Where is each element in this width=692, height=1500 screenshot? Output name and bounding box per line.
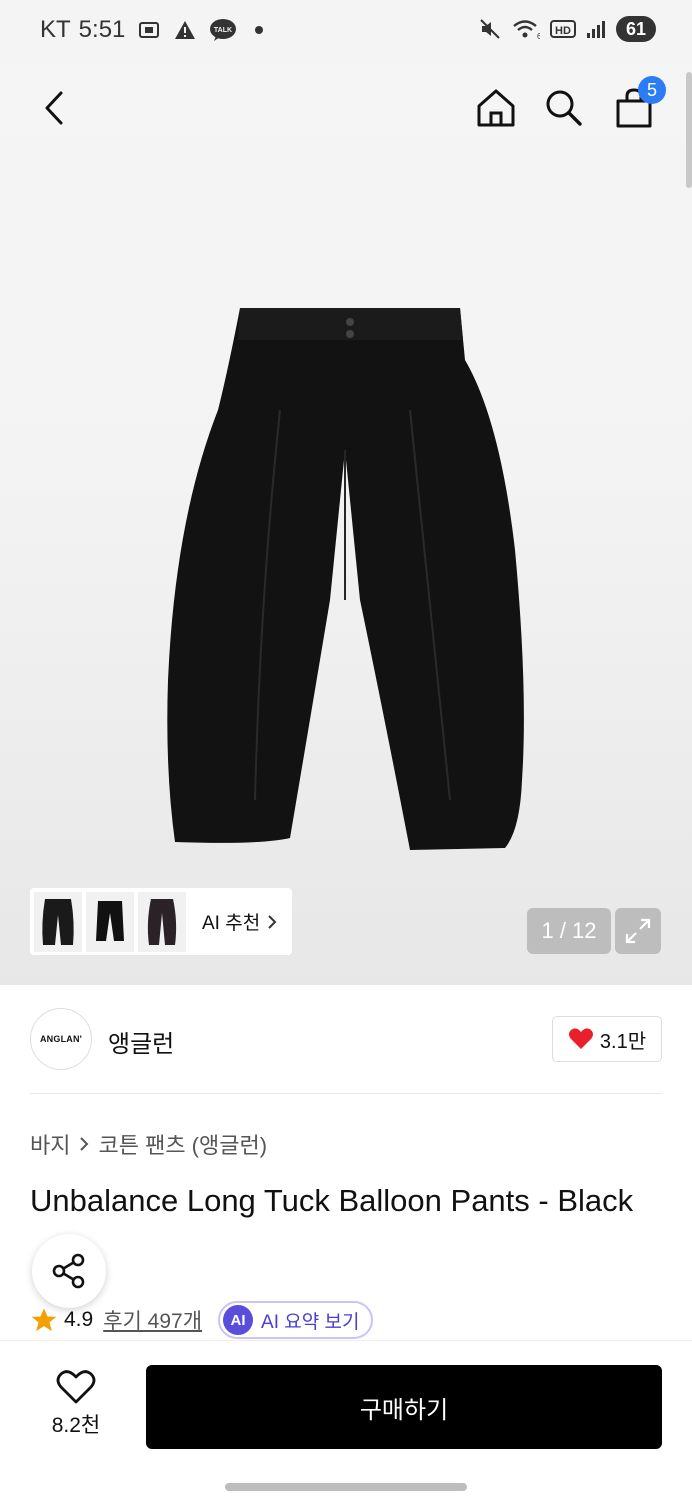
share-icon [52, 1253, 85, 1289]
cart-button[interactable]: 5 [608, 76, 666, 134]
product-title: Unbalance Long Tuck Balloon Pants - Blac… [30, 1183, 634, 1218]
bottom-action-bar: 8.2천 구매하기 [0, 1340, 692, 1500]
signal-icon [586, 19, 606, 39]
rating-row: 4.9 후기 497개 AI AI 요약 보기 [30, 1301, 382, 1339]
ai-summary-label: AI 요약 보기 [261, 1311, 360, 1333]
pants-thumbnail-icon [147, 898, 177, 945]
rating-value: 4.9 [64, 1308, 94, 1331]
hd-voice-icon: HD [550, 19, 576, 39]
buy-button[interactable]: 구매하기 [146, 1365, 662, 1449]
heart-filled-icon [568, 1028, 593, 1049]
carrier: KT [40, 16, 71, 43]
brand-row[interactable]: ANGLAN' 앵글런 3.1만 [30, 1008, 662, 1070]
breadcrumb: 바지 코튼 팬츠 (앵글런) [30, 1128, 267, 1160]
warning-icon [173, 18, 197, 42]
chevron-right-icon [268, 914, 277, 929]
breadcrumb-category[interactable]: 바지 [30, 1128, 70, 1160]
search-icon [546, 90, 582, 126]
status-bar: KT 5:51 TALK 6 HD 61 [0, 0, 692, 64]
star-icon [31, 1308, 57, 1332]
brand-name[interactable]: 앵글런 [108, 1024, 174, 1059]
screen-capture-icon [137, 18, 161, 42]
brand-like-button[interactable]: 3.1만 [552, 1016, 662, 1062]
divider [30, 1093, 662, 1094]
ai-recommend-label: AI 추천 [202, 913, 261, 934]
product-image [167, 308, 524, 850]
pants-thumbnail-icon [96, 900, 124, 941]
thumbnail[interactable] [138, 891, 186, 952]
chevron-left-icon [45, 91, 63, 125]
svg-text:6: 6 [537, 32, 540, 41]
ai-badge-icon: AI [223, 1305, 254, 1335]
search-button[interactable] [538, 82, 590, 134]
breadcrumb-subcategory[interactable]: 코튼 팬츠 (앵글런) [98, 1128, 267, 1160]
svg-text:TALK: TALK [214, 27, 232, 34]
reviews-link[interactable]: 후기 497개 [103, 1305, 202, 1335]
notification-dot [255, 26, 264, 34]
heart-outline-icon [56, 1370, 96, 1404]
image-page-indicator: 1 / 12 [527, 908, 611, 954]
ai-recommend-strip[interactable]: AI 추천 [30, 888, 292, 955]
ai-summary-button[interactable]: AI AI 요약 보기 [218, 1301, 374, 1339]
product-gallery[interactable]: 5 AI 추천 1 / 12 [0, 64, 692, 985]
svg-text:HD: HD [555, 25, 571, 37]
brand-logo[interactable]: ANGLAN' [30, 1008, 92, 1070]
battery-icon: 61 [616, 16, 656, 42]
back-button[interactable] [28, 82, 80, 134]
wishlist-button[interactable]: 8.2천 [30, 1369, 122, 1447]
cart-count-badge: 5 [638, 76, 666, 104]
share-button[interactable] [32, 1234, 106, 1308]
scrollbar[interactable] [686, 72, 692, 188]
thumbnail[interactable] [34, 891, 82, 952]
home-button[interactable] [470, 82, 522, 134]
pants-thumbnail-icon [42, 898, 74, 945]
wifi-6-icon: 6 [512, 17, 540, 41]
home-icon [477, 89, 515, 127]
kakaotalk-icon: TALK [209, 18, 237, 42]
wishlist-count: 8.2천 [51, 1414, 101, 1437]
mute-icon [478, 17, 502, 41]
brand-like-count: 3.1만 [599, 1030, 647, 1053]
expand-icon [625, 918, 651, 944]
fullscreen-button[interactable] [615, 908, 661, 954]
chevron-right-icon [80, 1137, 89, 1151]
thumbnail[interactable] [86, 891, 134, 952]
clock: 5:51 [78, 16, 126, 43]
home-indicator[interactable] [225, 1483, 467, 1491]
